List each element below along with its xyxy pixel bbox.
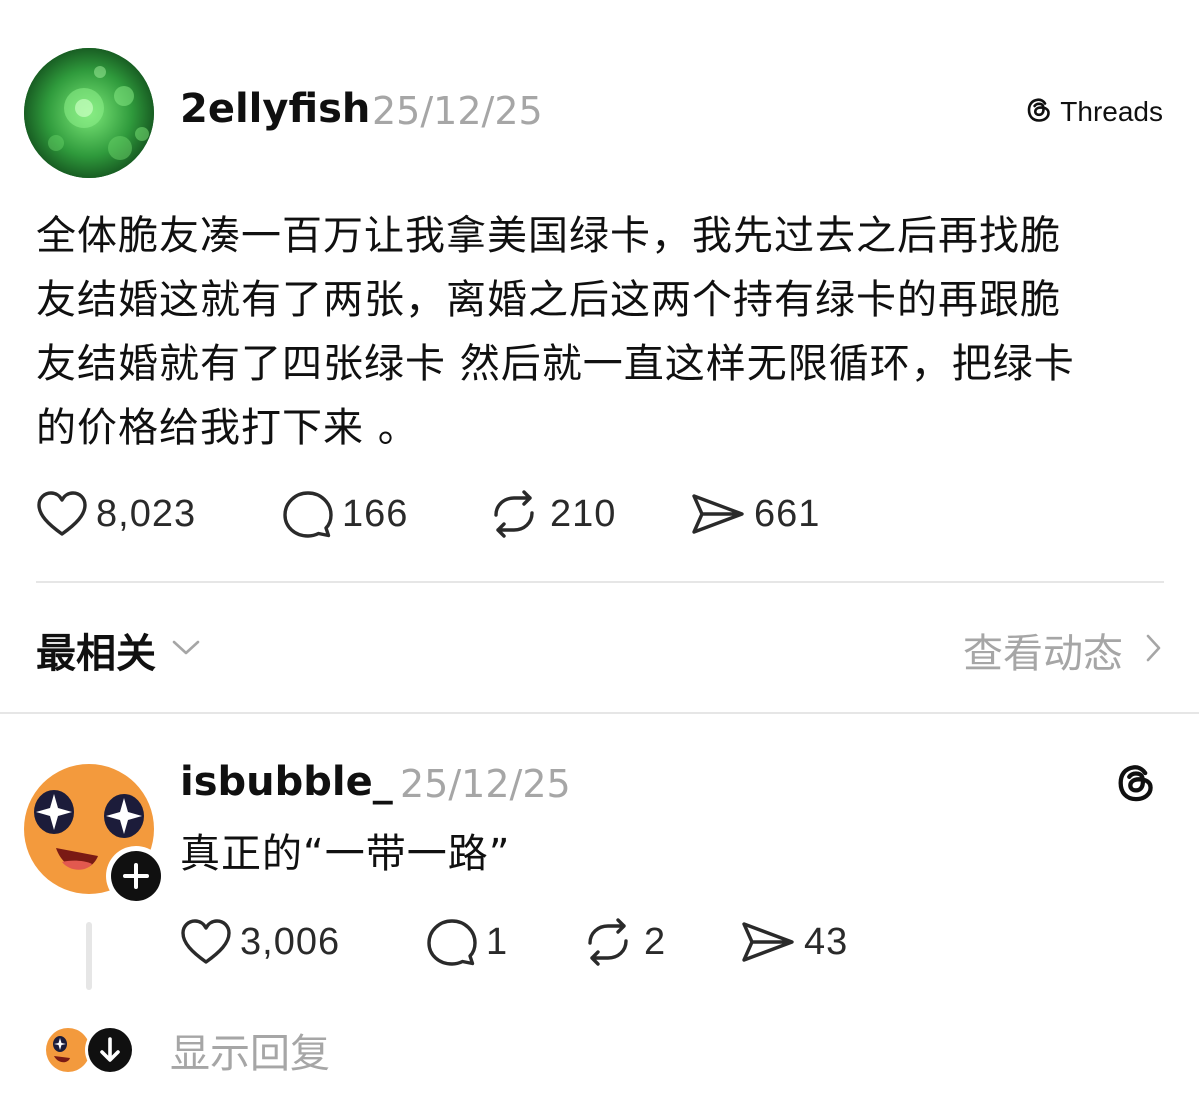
show-replies-label: 显示回复 — [170, 1031, 330, 1077]
chevron-down-icon — [170, 638, 202, 662]
post-text-line: 全体脆友凑一百万让我拿美国绿卡，我先过去之后再找脆 — [36, 213, 1061, 259]
reply-like-count: 3,006 — [240, 920, 341, 963]
threads-brand-label: Threads — [1060, 96, 1163, 127]
share-button[interactable]: 661 — [690, 486, 820, 542]
divider — [36, 581, 1164, 583]
thread-connector-line — [86, 922, 92, 990]
heart-icon — [36, 490, 88, 538]
reply-comment-button[interactable]: 1 — [426, 914, 580, 970]
comment-icon — [282, 489, 334, 539]
reply-share-count: 43 — [804, 920, 849, 963]
reply-username[interactable]: isbubble_ — [180, 756, 393, 808]
reply-date: 25/12/25 — [400, 762, 571, 806]
repost-button[interactable]: 210 — [486, 486, 690, 542]
threads-logo-icon — [1024, 95, 1054, 129]
chevron-right-icon — [1145, 632, 1163, 668]
share-count: 661 — [754, 492, 821, 535]
reply-share-button[interactable]: 43 — [740, 914, 848, 970]
like-count: 8,023 — [96, 492, 197, 535]
post-action-bar: 8,023 166 210 661 — [36, 486, 820, 542]
comment-button[interactable]: 166 — [282, 486, 486, 542]
repost-icon — [580, 917, 636, 967]
reply-comment-count: 1 — [486, 920, 509, 963]
threads-logo-icon[interactable] — [1113, 760, 1159, 810]
post-text-line: 友结婚就有了四张绿卡 然后就一直这样无限循环，把绿卡 — [36, 341, 1075, 387]
repost-icon — [486, 489, 542, 539]
comment-icon — [426, 917, 478, 967]
divider — [0, 712, 1199, 714]
jellyfish-avatar-image — [24, 48, 154, 178]
reply-like-button[interactable]: 3,006 — [180, 914, 426, 970]
post-text: 全体脆友凑一百万让我拿美国绿卡，我先过去之后再找脆 友结婚这就有了两张，离婚之后… — [36, 204, 1166, 460]
reply-author-avatar[interactable] — [24, 764, 166, 906]
show-replies-button[interactable]: 显示回复 — [44, 1020, 330, 1080]
reply-text: 真正的“一带一路” — [180, 831, 511, 877]
sort-dropdown[interactable]: 最相关 — [36, 622, 202, 678]
like-button[interactable]: 8,023 — [36, 486, 282, 542]
comment-count: 166 — [342, 492, 409, 535]
orange-face-avatar-image — [24, 764, 166, 906]
post-author-avatar[interactable] — [24, 48, 154, 178]
reply-action-bar: 3,006 1 2 43 — [180, 914, 848, 970]
share-icon — [690, 490, 746, 538]
post-text-line: 的价格给我打下来 。 — [36, 405, 419, 451]
mini-avatar — [44, 1024, 138, 1080]
view-activity-link[interactable]: 查看动态 — [963, 622, 1163, 678]
share-icon — [740, 918, 796, 966]
threads-brand: Threads — [1024, 92, 1163, 132]
reply-repost-button[interactable]: 2 — [580, 914, 740, 970]
sort-label: 最相关 — [36, 631, 156, 677]
view-activity-label: 查看动态 — [963, 631, 1123, 677]
post-username[interactable]: 2ellyfish — [180, 84, 370, 134]
repost-count: 210 — [550, 492, 617, 535]
post-date: 25/12/25 — [372, 89, 543, 133]
post-text-line: 友结婚这就有了两张，离婚之后这两个持有绿卡的再跟脆 — [36, 277, 1061, 323]
heart-icon — [180, 918, 232, 966]
reply-repost-count: 2 — [644, 920, 667, 963]
